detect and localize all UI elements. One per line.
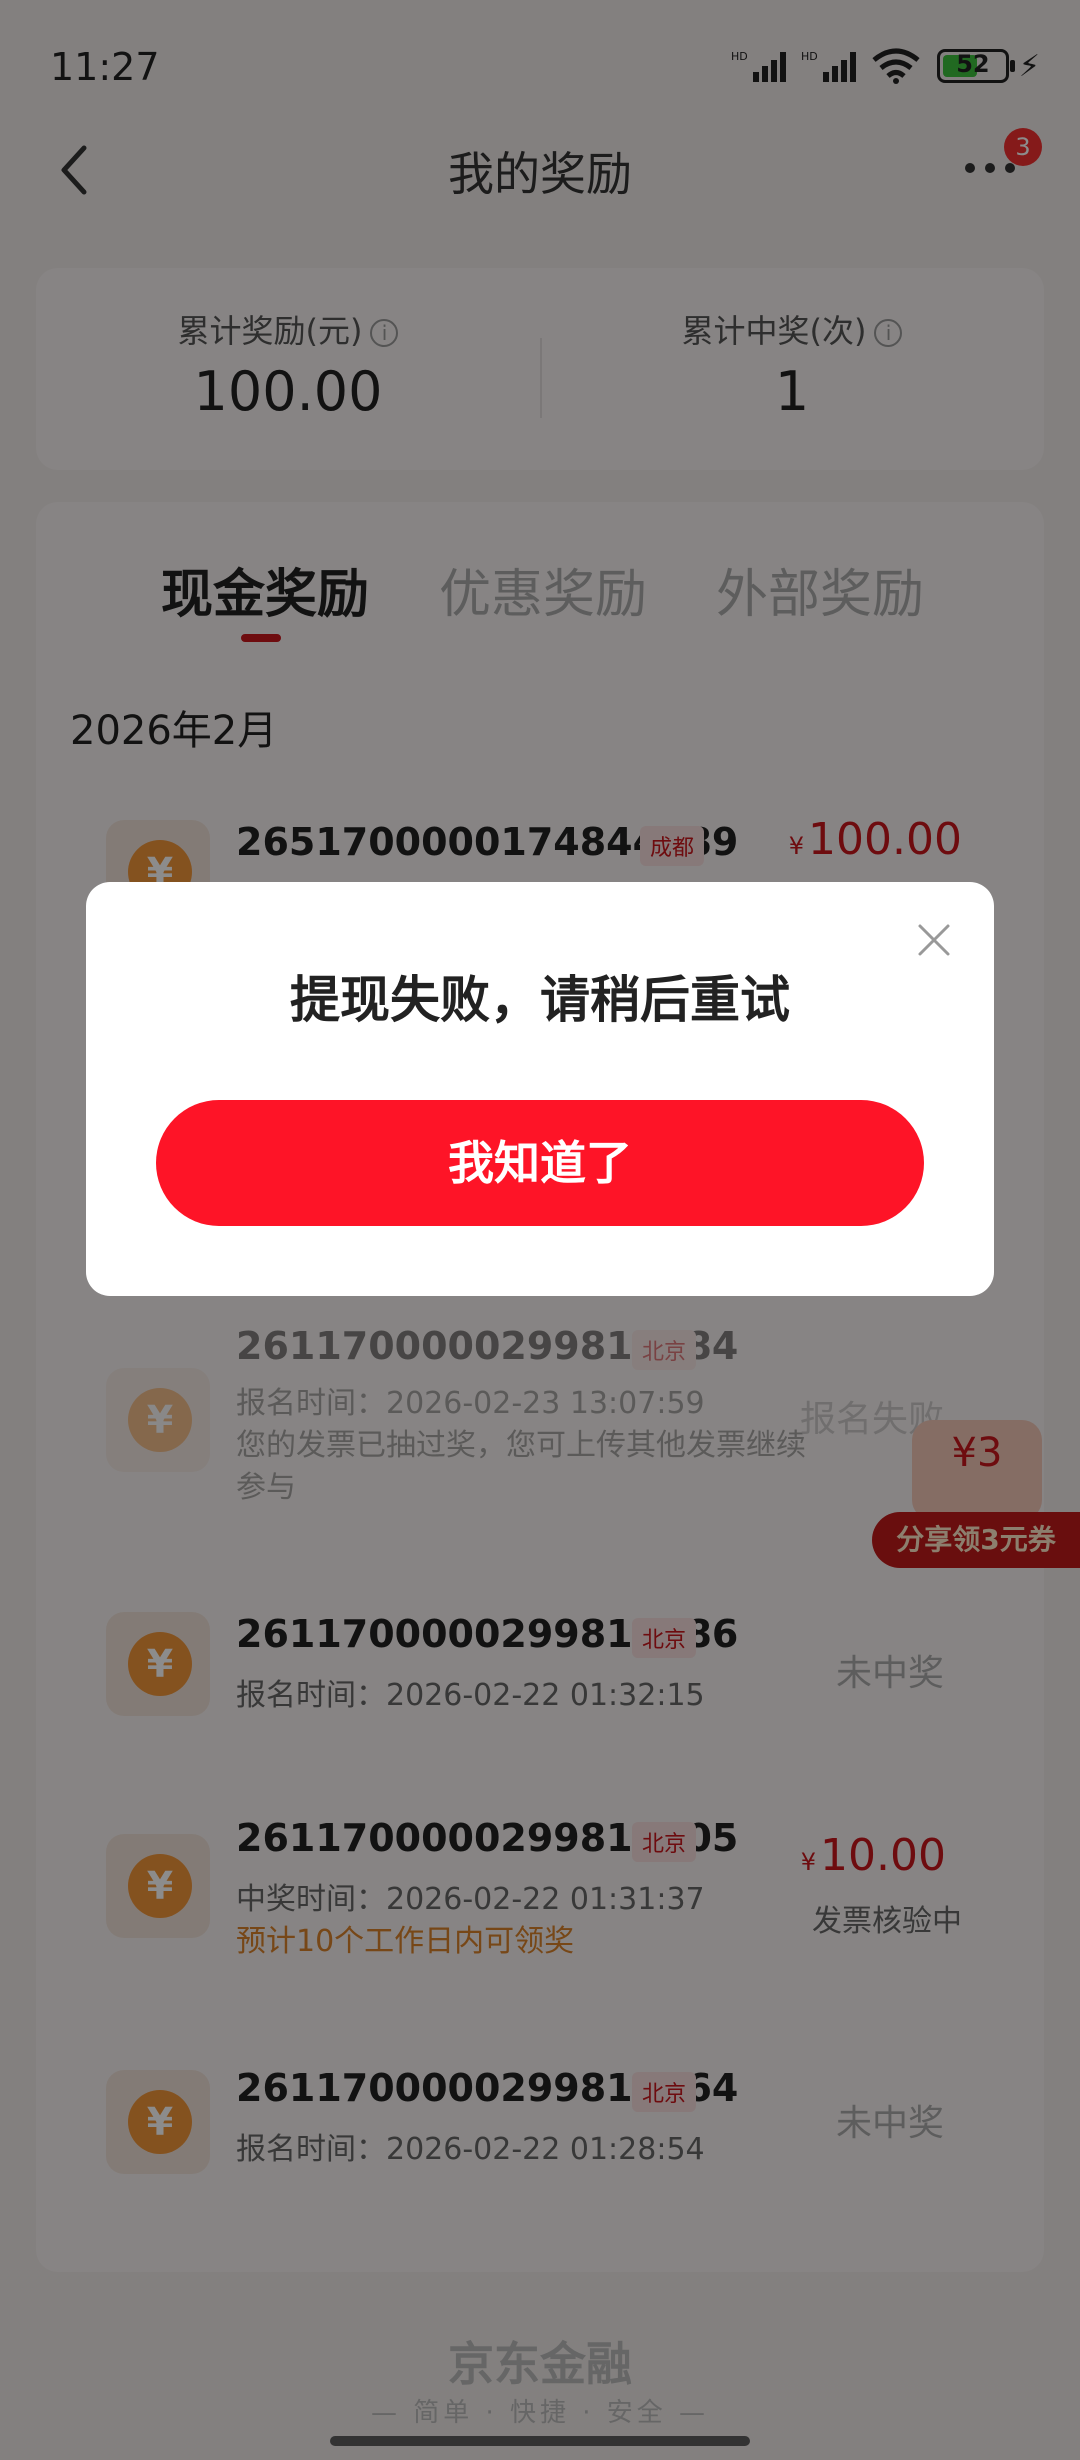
confirm-button[interactable]: 我知道了 xyxy=(156,1100,924,1226)
dialog-message: 提现失败，请稍后重试 xyxy=(290,971,790,1029)
close-icon[interactable] xyxy=(914,920,954,960)
home-indicator[interactable] xyxy=(330,2436,750,2446)
error-dialog: 提现失败，请稍后重试 我知道了 xyxy=(86,882,994,1296)
